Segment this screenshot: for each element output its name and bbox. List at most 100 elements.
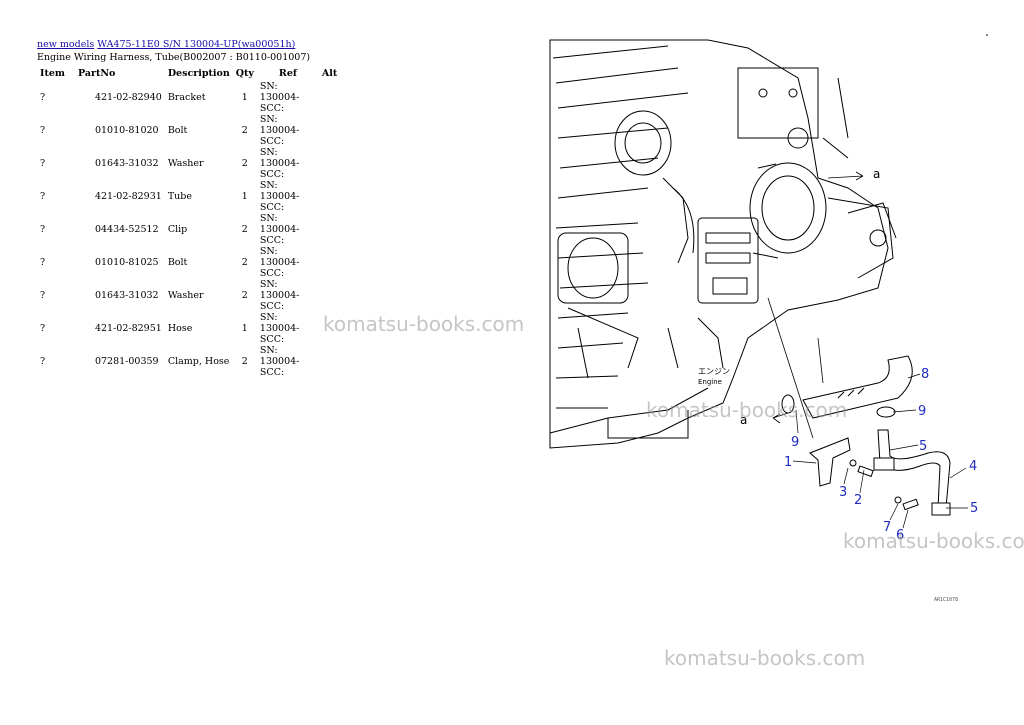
table-row: ? 04434-52512 Clip 2 SN: 130004-SCC: [37, 213, 340, 246]
cell-partno: 01010-81020 [94, 125, 159, 136]
cell-item: ? [40, 158, 46, 169]
figure-dot [986, 34, 988, 36]
cell-qty: 1 [241, 92, 248, 103]
bracket-part-1 [809, 437, 851, 487]
table-row: ? 01643-31032 Washer 2 SN: 130004-SCC: [37, 147, 340, 180]
breadcrumb-link-new-models[interactable]: new models [37, 39, 94, 50]
cell-item: ? [40, 191, 46, 202]
cell-ref: SN: 130004-SCC: [259, 114, 300, 147]
table-row: ? 421-02-82931 Tube 1 SN: 130004-SCC: [37, 180, 340, 213]
cell-description: Hose [167, 323, 193, 334]
table-header-row: Item PartNo Description Qty Ref Alt [37, 65, 340, 81]
cell-qty: 2 [241, 290, 248, 301]
cell-alt [319, 246, 340, 279]
clip-part-5b [931, 502, 951, 516]
cell-item: ? [40, 323, 46, 334]
cell-qty: 2 [241, 158, 248, 169]
watermark: komatsu-books.com [646, 398, 848, 422]
cell-ref: SN: 130004-SCC: [259, 147, 300, 180]
cell-ref: SN: 130004-SCC: [259, 246, 300, 279]
callout-1: 1 [784, 455, 792, 470]
clamp-part-9b [876, 406, 896, 418]
cell-alt [319, 114, 340, 147]
callout-4: 4 [969, 459, 977, 474]
washer-part-7 [894, 496, 902, 504]
cell-ref: SN: 130004-SCC: [259, 345, 300, 378]
cell-ref: SN: 130004-SCC: [259, 81, 300, 114]
callout-3: 3 [839, 485, 847, 500]
parts-table: Item PartNo Description Qty Ref Alt ? 421… [37, 65, 340, 379]
cell-item: ? [40, 257, 46, 268]
cell-qty: 2 [241, 257, 248, 268]
table-row: ? 01010-81025 Bolt 2 SN: 130004-SCC: [37, 246, 340, 279]
cell-partno: 421-02-82951 [94, 323, 162, 334]
cell-alt [319, 147, 340, 180]
cell-qty: 2 [241, 356, 248, 367]
cell-item: ? [40, 224, 46, 235]
figure-code: AR1C1078 [934, 597, 959, 603]
header-partno: PartNo [77, 67, 116, 79]
bolt-part-6 [902, 498, 919, 511]
cell-description: Tube [167, 191, 192, 202]
cell-description: Washer [167, 290, 204, 301]
cell-alt [319, 213, 340, 246]
cell-qty: 2 [241, 125, 248, 136]
cell-alt [319, 180, 340, 213]
callout-8: 8 [921, 367, 929, 382]
cell-description: Clamp, Hose [167, 356, 230, 367]
page-title: Engine Wiring Harness, Tube(B002007 : B0… [37, 52, 311, 63]
cell-description: Clip [167, 224, 188, 235]
cell-qty: 2 [241, 224, 248, 235]
clip-part-5a [873, 457, 895, 471]
callout-5a: 5 [919, 439, 927, 454]
table-row: ? 07281-00359 Clamp, Hose 2 SN: 130004-SCC: [37, 345, 340, 378]
cell-item: ? [40, 125, 46, 136]
cell-partno: 01010-81025 [94, 257, 159, 268]
cell-alt [319, 279, 340, 312]
cell-item: ? [40, 92, 46, 103]
cell-partno: 421-02-82940 [94, 92, 162, 103]
engine-label-jp: エンジン [698, 367, 730, 376]
cell-item: ? [40, 290, 46, 301]
header-qty: Qty [235, 67, 254, 79]
arrow-label-a: a [873, 167, 880, 181]
header-ref: Ref [278, 67, 297, 79]
watermark: komatsu-books.com [843, 529, 1024, 553]
cell-description: Bolt [167, 257, 188, 268]
cell-ref: SN: 130004-SCC: [259, 312, 300, 345]
cell-alt [319, 81, 340, 114]
cell-partno: 04434-52512 [94, 224, 159, 235]
cell-partno: 421-02-82931 [94, 191, 162, 202]
table-row: ? 421-02-82951 Hose 1 SN: 130004-SCC: [37, 312, 340, 345]
cell-description: Washer [167, 158, 204, 169]
cell-ref: SN: 130004-SCC: [259, 213, 300, 246]
cell-partno: 01643-31032 [94, 158, 159, 169]
callout-9b: 9 [918, 404, 926, 419]
header-description: Description [167, 67, 230, 79]
bolt-part-2 [857, 465, 874, 478]
engine-outline [549, 39, 889, 449]
header-item: Item [40, 67, 65, 79]
cell-partno: 01643-31032 [94, 290, 159, 301]
cell-item: ? [40, 356, 46, 367]
callout-5b: 5 [970, 501, 978, 516]
cell-description: Bolt [167, 125, 188, 136]
table-row: ? 01010-81020 Bolt 2 SN: 130004-SCC: [37, 114, 340, 147]
callout-9a: 9 [791, 435, 799, 450]
cell-qty: 1 [241, 191, 248, 202]
breadcrumb-link-model[interactable]: WA475-11E0 S/N 130004-UP(wa00051h) [97, 39, 295, 50]
header-alt: Alt [321, 67, 338, 79]
callout-2: 2 [854, 493, 862, 508]
cell-partno: 07281-00359 [94, 356, 159, 367]
cell-ref: SN: 130004-SCC: [259, 279, 300, 312]
watermark: komatsu-books.com [664, 646, 866, 670]
cell-ref: SN: 130004-SCC: [259, 180, 300, 213]
washer-part-3 [849, 459, 857, 467]
table-row: ? 421-02-82940 Bracket 1 SN: 130004-SCC: [37, 81, 340, 114]
cell-alt [319, 345, 340, 378]
breadcrumb: new models WA475-11E0 S/N 130004-UP(wa00… [37, 39, 295, 50]
cell-description: Bracket [167, 92, 206, 103]
table-row: ? 01643-31032 Washer 2 SN: 130004-SCC: [37, 279, 340, 312]
engine-label-en: Engine [698, 378, 722, 386]
cell-qty: 1 [241, 323, 248, 334]
